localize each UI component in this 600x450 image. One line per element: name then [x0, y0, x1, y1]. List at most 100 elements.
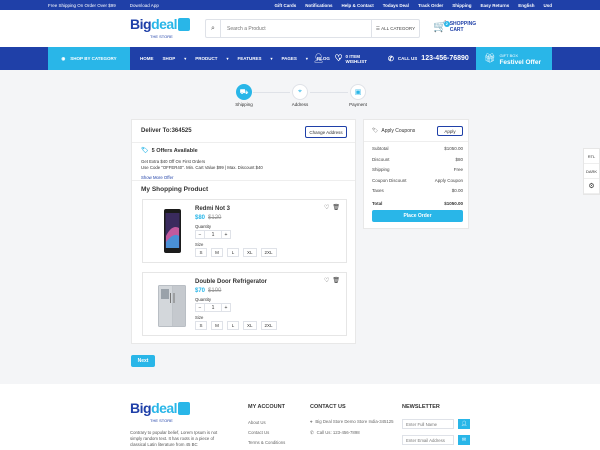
size-option[interactable]: S — [195, 321, 207, 330]
phone-number: 123-456-76890 — [421, 55, 469, 62]
phone-icon: ✆ — [310, 430, 314, 435]
size-option[interactable]: XL — [243, 321, 257, 330]
rtl-toggle[interactable]: RTL — [584, 149, 599, 164]
offers-title: 5 Offers Available — [151, 147, 198, 154]
summary-value: Free — [453, 167, 463, 172]
call-us-label: CALL US — [397, 56, 418, 61]
footer: Bigdeal THE STORE Contrary to popular be… — [0, 384, 600, 450]
tag-icon: 🏷︎ — [141, 148, 149, 154]
deliver-to: Deliver To:364525 — [141, 128, 192, 134]
increase-button[interactable]: + — [221, 230, 231, 239]
store-address: Big Deal Store Demo Store India-345125 — [315, 419, 394, 424]
top-link[interactable]: Gift Cards — [274, 3, 296, 8]
email-input[interactable]: Enter Email Address — [402, 435, 454, 445]
step-address[interactable]: ⌖ Address — [280, 84, 320, 107]
category-select[interactable]: ☰ ALL CATEGORY — [371, 20, 419, 37]
size-option[interactable]: 2XL — [260, 248, 277, 257]
gear-icon[interactable]: ⚙ — [584, 179, 599, 194]
footer-link[interactable]: About Us — [248, 418, 285, 428]
search-bar: ⌕ ☰ ALL CATEGORY — [205, 19, 420, 38]
place-order-button[interactable]: Place Order — [372, 210, 463, 222]
nav-item-pages[interactable]: PAGES — [281, 56, 296, 61]
logo[interactable]: Bigdeal THE STORE — [130, 16, 192, 42]
step-payment[interactable]: ▣ Payment — [338, 84, 378, 107]
map-pin-icon: ⌖ — [310, 419, 313, 424]
logo: Bigdeal THE STORE — [130, 400, 192, 426]
top-link[interactable]: English — [518, 3, 534, 8]
size-option[interactable]: M — [211, 321, 223, 330]
user-icon[interactable]: 👤︎ — [313, 53, 324, 64]
quantity-value[interactable]: 1 — [204, 230, 222, 239]
search-input[interactable] — [220, 20, 371, 37]
product-name[interactable]: Redmi Not 3 — [195, 206, 230, 212]
nav-item-home[interactable]: HOME — [140, 56, 154, 61]
trash-icon[interactable]: 🗑︎ — [332, 277, 340, 284]
logo-word-big: Big — [130, 16, 152, 32]
wallet-icon: ▣ — [350, 84, 366, 100]
old-price: $120 — [208, 215, 222, 221]
shopping-cart[interactable]: 🛒 2 SHOPPING CART — [433, 21, 476, 33]
size-option[interactable]: L — [227, 321, 239, 330]
product-actions: ♡ 🗑︎ — [324, 277, 340, 284]
top-link[interactable]: Help & Contact — [341, 3, 373, 8]
size-option[interactable]: L — [227, 248, 239, 257]
search-icon[interactable]: ⌕ — [206, 25, 220, 33]
download-app-link[interactable]: Download App — [130, 3, 159, 8]
festival-offer-label: Festivel Offer — [499, 58, 541, 66]
heart-icon: ♡ — [334, 53, 343, 63]
footer-my-account: MY ACCOUNT About Us Contact Us Terms & C… — [248, 404, 285, 448]
offers-section: 🏷︎ 5 Offers Available Get Extra $40 Off O… — [141, 147, 346, 181]
my-shopping-title: My Shopping Product — [141, 186, 209, 193]
heart-icon[interactable]: ♡ — [324, 204, 329, 211]
full-name-input[interactable]: Enter Full Name — [402, 419, 454, 429]
step-label: Address — [291, 102, 309, 107]
dark-toggle[interactable]: DARK — [584, 164, 599, 179]
size-option[interactable]: XL — [243, 248, 257, 257]
gift-box-offer[interactable]: 🎁︎ GIFT BOX Festivel Offer — [476, 47, 552, 70]
quantity-stepper: − 1 + — [195, 303, 231, 312]
size-option[interactable]: 2XL — [260, 321, 277, 330]
footer-logo[interactable]: Bigdeal THE STORE — [130, 400, 192, 426]
email-icon[interactable]: ✉ — [458, 435, 470, 445]
top-link[interactable]: Track Order — [418, 3, 443, 8]
top-link[interactable]: Notifications — [305, 3, 332, 8]
tag-icon: 🏷︎ — [372, 128, 379, 134]
trash-icon[interactable]: 🗑︎ — [332, 204, 340, 211]
size-option[interactable]: S — [195, 248, 207, 257]
apply-coupon-link[interactable]: Apply Coupon — [435, 178, 463, 189]
logo-word-deal: deal — [151, 400, 178, 416]
apply-button[interactable]: Apply — [437, 126, 463, 136]
user-icon[interactable]: 👤︎ — [458, 419, 470, 429]
wishlist-button[interactable]: ♡ 0 ITEM WISHLIST — [334, 54, 367, 64]
quantity-value[interactable]: 1 — [204, 303, 222, 312]
old-price: $100 — [208, 288, 222, 294]
next-button[interactable]: Next — [131, 355, 155, 367]
shop-by-category-button[interactable]: ◉ SHOP BY CATEGORY — [48, 47, 130, 70]
offer-line-1: Get Extra $40 Off On First Orders — [141, 159, 206, 164]
nav-item-product[interactable]: PRODUCT — [195, 56, 217, 61]
footer-link[interactable]: Terms & Conditions — [248, 438, 285, 448]
nav-item-features[interactable]: FEATURES — [238, 56, 262, 61]
top-link[interactable]: Usd — [543, 3, 552, 8]
step-label: Shipping — [235, 102, 253, 107]
size-label: Size — [195, 242, 204, 247]
product-actions: ♡ 🗑︎ — [324, 204, 340, 211]
step-shipping[interactable]: ⛟ Shipping — [224, 84, 264, 107]
size-option[interactable]: M — [211, 248, 223, 257]
phone-row: ✆ Call Us: 123-456-7898 — [310, 429, 395, 436]
top-link[interactable]: Todays Deal — [383, 3, 409, 8]
nav-item-shop[interactable]: SHOP — [163, 56, 176, 61]
apply-coupons-label: Apply Coupons — [381, 128, 416, 134]
gift-box-label: GIFT BOX — [499, 52, 519, 58]
product-name[interactable]: Double Door Refrigerator — [195, 279, 267, 285]
increase-button[interactable]: + — [221, 303, 231, 312]
call-us[interactable]: ✆ CALL US 123-456-76890 — [388, 47, 469, 70]
heart-icon[interactable]: ♡ — [324, 277, 329, 284]
summary-row-shipping: Shipping Free — [372, 167, 463, 178]
top-link[interactable]: Easy Returns — [480, 3, 509, 8]
top-link[interactable]: Shipping — [452, 3, 471, 8]
footer-link[interactable]: Contact Us — [248, 428, 285, 438]
logo-word-big: Big — [130, 400, 152, 416]
my-account-title: MY ACCOUNT — [248, 404, 285, 410]
change-address-button[interactable]: Change Address — [305, 126, 347, 138]
